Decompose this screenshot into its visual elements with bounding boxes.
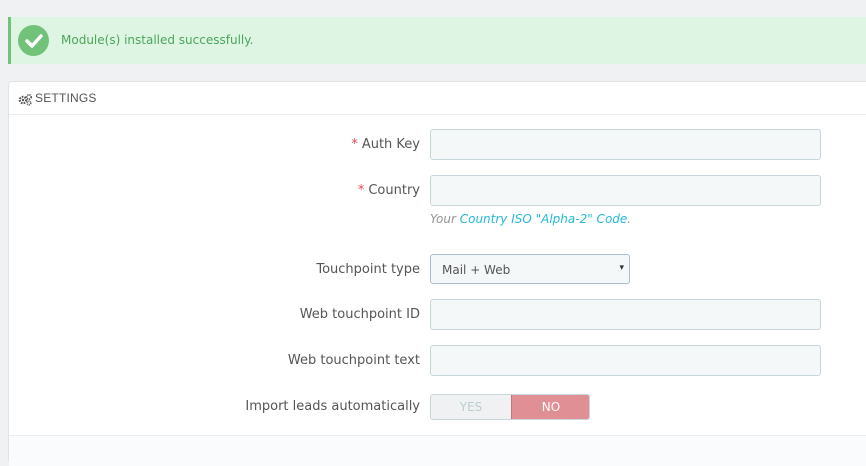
caret-down-icon: ▾ (619, 263, 624, 273)
web-touchpoint-text-label: Web touchpoint text (287, 353, 420, 368)
required-mark: * (357, 183, 365, 198)
import-leads-switch[interactable]: YES NO (430, 394, 590, 420)
web-touchpoint-id-input[interactable] (430, 299, 821, 330)
touchpoint-type-value: Mail + Web (442, 263, 511, 277)
required-mark: * (351, 137, 358, 152)
switch-yes-option[interactable]: YES (431, 395, 511, 419)
auth-key-input[interactable] (430, 129, 821, 160)
auth-key-label: * Auth Key (351, 137, 420, 152)
auth-key-label-text: Auth Key (361, 137, 420, 152)
touchpoint-type-select[interactable]: Mail + Web ▾ (430, 254, 630, 284)
success-alert: Module(s) installed successfully. (8, 17, 866, 64)
country-label-text: Country (368, 183, 420, 198)
help-suffix: . (627, 212, 632, 226)
check-circle-icon (18, 25, 49, 56)
gears-icon (18, 91, 33, 110)
alert-message: Module(s) installed successfully. (61, 33, 254, 47)
country-input[interactable] (430, 175, 821, 206)
touchpoint-type-label: Touchpoint type (316, 262, 420, 277)
web-touchpoint-text-input[interactable] (430, 345, 821, 376)
panel-heading: SETTINGS (9, 82, 866, 115)
country-iso-link[interactable]: Country ISO "Alpha-2" Code (460, 212, 628, 226)
switch-no-option[interactable]: NO (511, 395, 589, 419)
web-touchpoint-id-label: Web touchpoint ID (299, 307, 420, 322)
help-prefix: Your (430, 212, 460, 226)
import-leads-label: Import leads automatically (245, 399, 420, 414)
country-label: * Country (358, 183, 420, 198)
panel-title: SETTINGS (35, 91, 97, 105)
panel-footer (9, 436, 866, 466)
country-help-text: Your Country ISO "Alpha-2" Code. (430, 212, 631, 226)
